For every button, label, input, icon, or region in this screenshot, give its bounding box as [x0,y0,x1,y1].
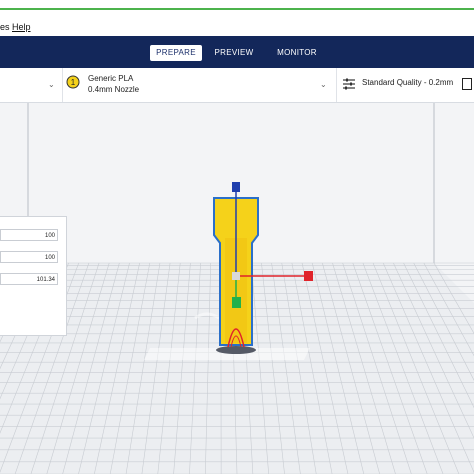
build-volume [0,103,474,474]
3d-viewport[interactable] [0,103,474,474]
accent-line [0,8,474,10]
nozzle-size: 0.4mm Nozzle [88,85,140,94]
menu-item-preferences[interactable]: es [0,22,10,32]
quality-label: Standard Quality - 0.2mm [362,78,454,87]
scale-z-field[interactable]: 101.34 [0,273,58,285]
scale-panel: 100 100 101.34 [0,216,67,336]
menu-bar: es Help [0,18,474,36]
settings-sliders-icon [343,78,355,90]
svg-text:1: 1 [71,78,76,87]
scale-y-field[interactable]: 100 [0,251,58,263]
material-spool-icon: 1 [66,75,80,89]
divider [62,68,63,102]
tab-preview[interactable]: PREVIEW [210,45,258,61]
chevron-down-icon[interactable]: ⌄ [320,80,327,89]
stage-bar: PREPARE PREVIEW MONITOR [0,36,474,68]
quality-selector[interactable]: Standard Quality - 0.2mm [342,74,462,96]
scale-x-field[interactable]: 100 [0,229,58,241]
tab-monitor[interactable]: MONITOR [270,45,324,61]
settings-bar: ⌄ 1 Generic PLA 0.4mm Nozzle ⌄ Standard … [0,68,474,103]
z-axis-handle[interactable] [232,182,240,192]
material-selector[interactable]: 1 Generic PLA 0.4mm Nozzle ⌄ [66,72,336,98]
divider [336,68,337,102]
window-top-strip [0,0,474,16]
tab-prepare[interactable]: PREPARE [150,45,202,61]
chevron-down-icon[interactable]: ⌄ [48,80,55,89]
toolbar-icon-clipped[interactable] [462,78,472,90]
y-axis-handle[interactable] [232,297,241,308]
menu-item-help[interactable]: Help [12,22,31,32]
material-name: Generic PLA [88,74,134,83]
x-axis-handle[interactable] [304,271,313,281]
gizmo-center[interactable] [232,272,240,280]
